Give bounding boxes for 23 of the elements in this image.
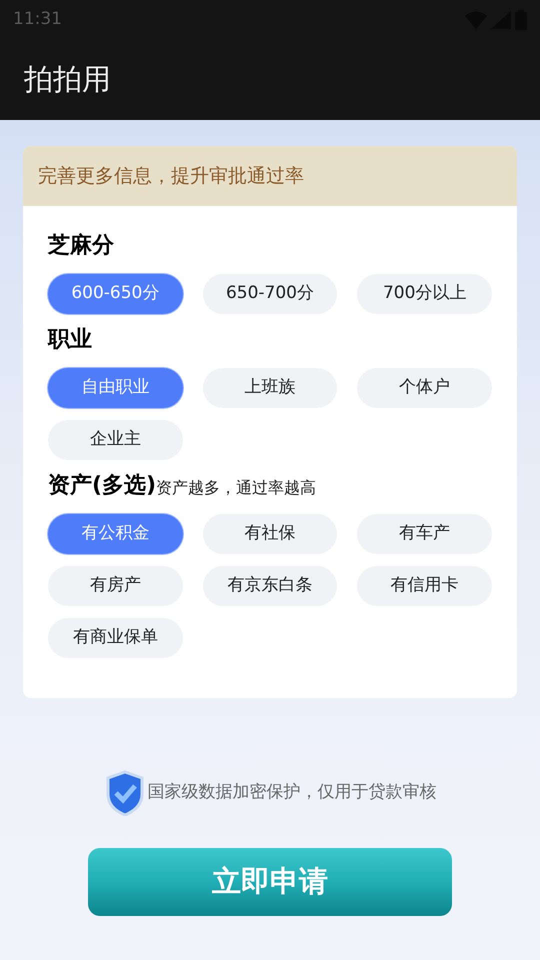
option-chip[interactable]: 企业主 (48, 420, 183, 460)
section-title: 芝麻分 (48, 232, 114, 260)
section-title: 资产(多选) (48, 472, 156, 500)
app-title: 拍拍用 (24, 61, 111, 98)
section-note: 资产越多，通过率越高 (156, 477, 316, 499)
option-chip[interactable]: 上班族 (202, 368, 338, 408)
option-chip[interactable]: 有车产 (357, 514, 492, 554)
security-note: 国家级数据加密保护，仅用于贷款审核 (148, 781, 436, 804)
option-chip[interactable]: 自由职业 (48, 368, 183, 408)
option-chip[interactable]: 650-700分 (202, 274, 338, 314)
section-title: 职业 (48, 326, 92, 354)
option-chip[interactable]: 有社保 (202, 514, 338, 554)
option-chip[interactable]: 有京东白条 (202, 566, 338, 606)
option-chip[interactable]: 有信用卡 (357, 566, 492, 606)
status-time: 11:31 (13, 8, 62, 32)
option-chip[interactable]: 有商业保单 (48, 618, 183, 658)
option-chip[interactable]: 有公积金 (48, 514, 183, 554)
option-chip[interactable]: 有房产 (48, 566, 183, 606)
banner-text: 完善更多信息，提升审批通过率 (38, 164, 304, 189)
shield-check-icon (104, 770, 146, 816)
option-chip[interactable]: 700分以上 (357, 274, 492, 314)
option-chip[interactable]: 600-650分 (48, 274, 183, 314)
option-chip[interactable]: 个体户 (357, 368, 492, 408)
